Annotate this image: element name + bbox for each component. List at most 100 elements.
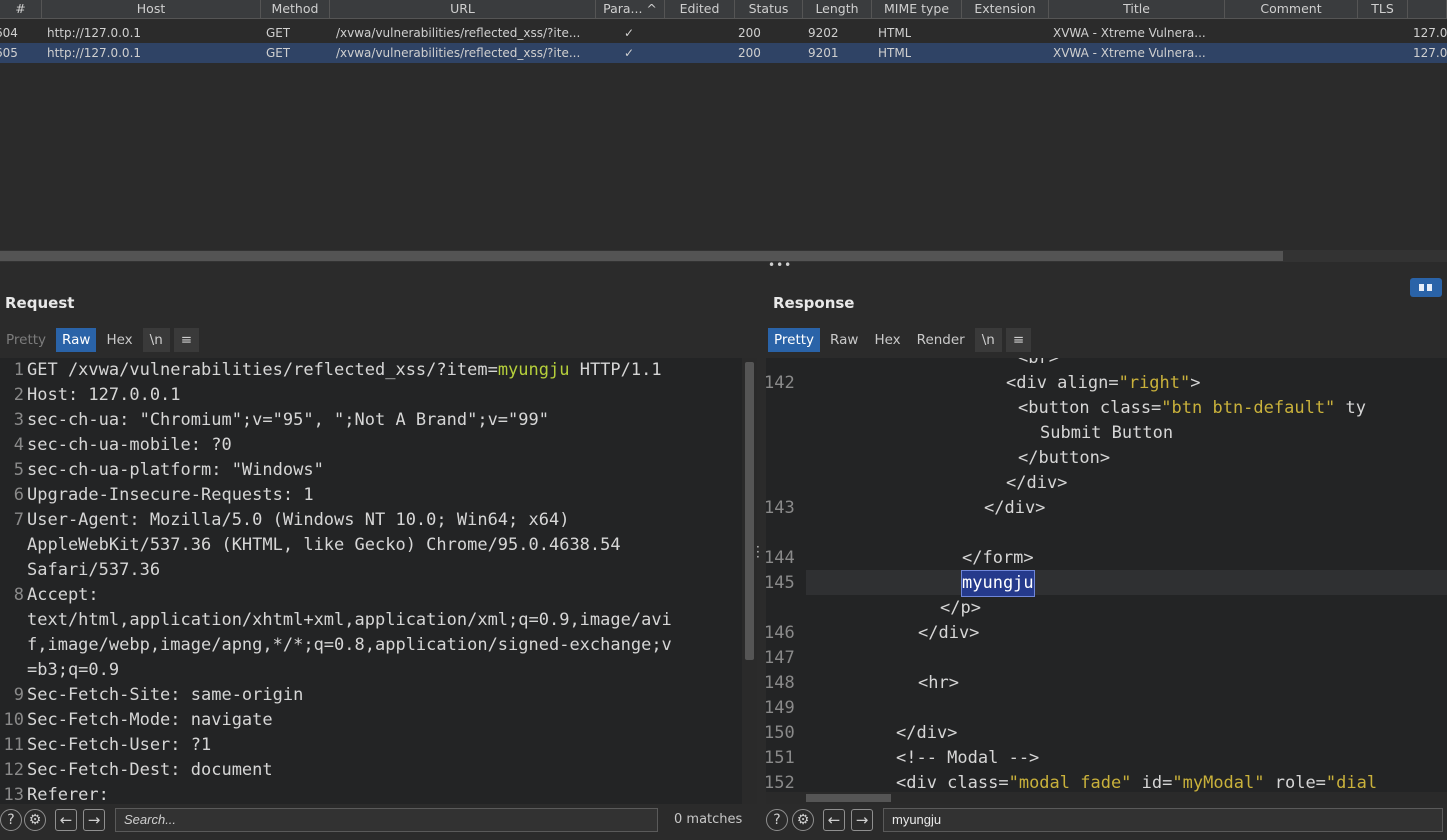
line-number: 9 [13,685,24,705]
response-search-input[interactable]: myungju [883,808,1443,832]
row-mime: HTML [878,46,912,60]
next-match-arrow-icon[interactable]: → [83,809,105,831]
tab-render[interactable]: Render [911,328,971,352]
row-method: GET [266,46,291,60]
tab-hex[interactable]: Hex [100,328,138,352]
line-number: 4 [13,435,24,455]
help-icon[interactable]: ? [0,809,22,831]
response-line: 145 myungju [766,570,1447,597]
tab-pretty[interactable]: Pretty [0,328,52,352]
tab-pretty[interactable]: Pretty [768,328,821,352]
tab-raw[interactable]: Raw [824,328,864,352]
request-text-segment: Sec-Fetch-User: ?1 [27,735,212,755]
gear-icon[interactable]: ⚙ [792,809,814,831]
previous-match-arrow-icon[interactable]: ← [55,809,77,831]
response-line: <br> [766,358,1447,371]
request-line-text: Host: 127.0.0.1 [27,383,181,408]
match-count: 0 matches [674,812,743,827]
line-number: 142 [766,373,795,393]
request-line-text: Referer: [27,783,109,804]
row-number: 605 [0,46,18,60]
request-line-text: sec-ch-ua-mobile: ?0 [27,433,232,458]
response-line: Submit Button [766,421,1447,446]
table-horizontal-scrollbar[interactable] [0,250,1447,262]
request-text-segment: Host: 127.0.0.1 [27,385,181,405]
newline-toggle-button[interactable]: \n [974,328,1002,352]
col-ip-header[interactable] [1408,0,1447,19]
response-line: 147 [766,646,1447,671]
col-title-header[interactable]: Title [1049,0,1225,19]
request-line-text: Sec-Fetch-Site: same-origin [27,683,303,708]
response-search-bar: ? ⚙ ← → myungju [766,806,1447,834]
layout-toggle-button[interactable] [1410,278,1442,297]
request-line-text: GET /xvwa/vulnerabilities/reflected_xss/… [27,358,662,383]
vertical-splitter-handle-icon[interactable]: · · · [756,541,760,563]
menu-icon[interactable]: ≡ [173,328,200,352]
response-line: 142 <div align="right"> [766,371,1447,396]
col-length-header[interactable]: Length [803,0,872,19]
request-text-segment: sec-ch-ua-platform: "Windows" [27,460,324,480]
tab-hex[interactable]: Hex [868,328,906,352]
table-row[interactable]: 604 http://127.0.0.1 GET/xvwa/vulnerabilit… [0,23,1447,43]
response-line-text: </form> [962,548,1034,568]
line-number: 3 [13,410,24,430]
pane-splitter[interactable]: ••• [0,258,1447,274]
col-host-header[interactable]: Host [42,0,261,19]
response-horizontal-scrollbar[interactable] [766,792,1447,804]
line-number: 12 [3,760,24,780]
request-editor[interactable]: 1 GET /xvwa/vulnerabilities/reflected_xss… [0,358,742,804]
row-params-check: ✓ [624,26,635,40]
tab-raw[interactable]: Raw [56,328,97,352]
splitter-handle-icon[interactable]: ••• [768,258,792,272]
line-number: 8 [13,585,24,605]
scrollbar-thumb[interactable] [0,251,1283,261]
response-line-text: <!-- Modal --> [896,748,1040,768]
line-number: 146 [766,623,795,643]
col-mime-type-header[interactable]: MIME type [872,0,962,19]
col-comment-header[interactable]: Comment [1225,0,1358,19]
row-url: /xvwa/vulnerabilities/reflected_xss/?ite… [336,46,581,60]
col-method-header[interactable]: Method [261,0,330,19]
request-text-segment: sec-ch-ua-mobile: ?0 [27,435,232,455]
request-search-input[interactable]: Search... [115,808,658,832]
newline-toggle-button[interactable]: \n [142,328,170,352]
request-line-text: User-Agent: Mozilla/5.0 (Windows NT 10.0… [27,508,569,533]
scrollbar-thumb[interactable] [745,362,754,660]
response-line: 146 </div> [766,621,1447,646]
response-line-text: Submit Button [1040,423,1174,443]
row-method: GET [266,26,291,40]
response-editor[interactable]: <br> 142 <div align="right"> <button class=… [766,358,1447,804]
line-number: 10 [3,710,24,730]
col-url-header[interactable]: URL [330,0,596,19]
help-icon[interactable]: ? [766,809,788,831]
table-row-selected[interactable]: 605 http://127.0.0.1 GET/xvwa/vulnerabilit… [0,43,1447,63]
col-status-header[interactable]: Status [735,0,803,19]
request-text-segment: =b3;q=0.9 [27,660,120,680]
column-icon-left [1419,284,1424,291]
col-extension-header[interactable]: Extension [962,0,1049,19]
request-line-text: Accept: [27,583,99,608]
line-number: 6 [13,485,24,505]
response-line: <button class="btn btn-default" ty [766,396,1447,421]
request-line-text: Sec-Fetch-User: ?1 [27,733,211,758]
response-line-text: <div align="right"> [1006,373,1201,393]
row-mime: HTML [878,26,912,40]
http-history-table: # Host Method URL Para... ^ Edited Status Lengt… [0,0,1447,262]
response-line-text: <br> [1018,358,1059,368]
menu-icon[interactable]: ≡ [1005,328,1032,352]
row-url: /xvwa/vulnerabilities/reflected_xss/?ite… [336,26,581,40]
previous-match-arrow-icon[interactable]: ← [823,809,845,831]
col-edited-header[interactable]: Edited [665,0,735,19]
col-tls-header[interactable]: TLS [1358,0,1408,19]
row-length: 9201 [808,46,839,60]
col-number-header[interactable]: # [0,0,42,19]
request-line-text: f,image/webp,image/apng,*/*;q=0.8,applic… [27,633,672,658]
gear-icon[interactable]: ⚙ [24,809,46,831]
next-match-arrow-icon[interactable]: → [851,809,873,831]
response-pane: Response Pretty Raw Hex Render \n ≡ <br>… [766,274,1447,840]
request-pane: Request Pretty Raw Hex \n ≡ 1 GET /xvwa/v… [0,274,757,840]
scrollbar-thumb[interactable] [806,794,891,802]
col-params-header[interactable]: Para... ^ [596,0,665,19]
response-line: 149 [766,696,1447,721]
request-vertical-scrollbar[interactable] [742,358,757,804]
